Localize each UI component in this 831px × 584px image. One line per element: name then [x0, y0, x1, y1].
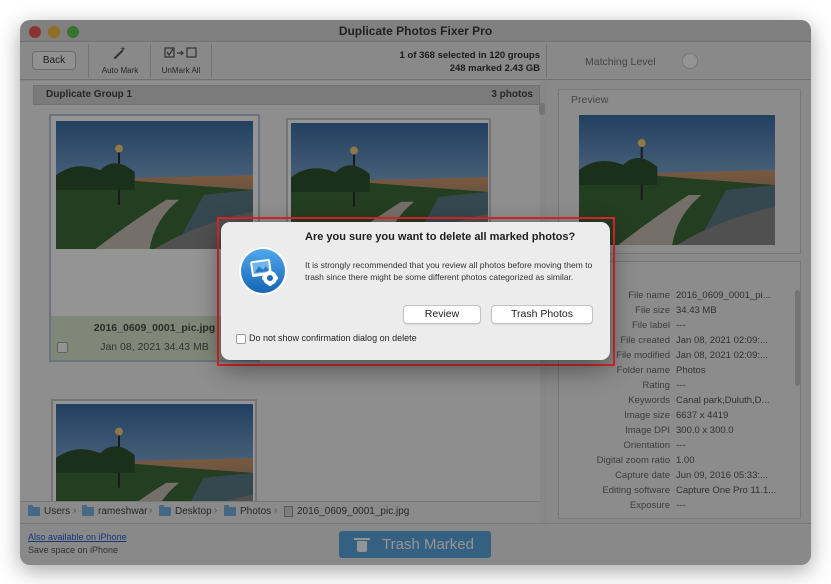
dont-show-again-label: Do not show confirmation dialog on delet…: [249, 333, 417, 343]
dialog-title: Are you sure you want to delete all mark…: [305, 231, 576, 243]
delete-confirmation-dialog: Are you sure you want to delete all mark…: [221, 222, 610, 360]
app-icon: [238, 246, 288, 296]
trash-photos-button[interactable]: Trash Photos: [491, 305, 593, 324]
dialog-message: It is strongly recommended that you revi…: [305, 260, 593, 282]
review-button[interactable]: Review: [403, 305, 481, 324]
dont-show-again-checkbox[interactable]: [236, 334, 246, 344]
